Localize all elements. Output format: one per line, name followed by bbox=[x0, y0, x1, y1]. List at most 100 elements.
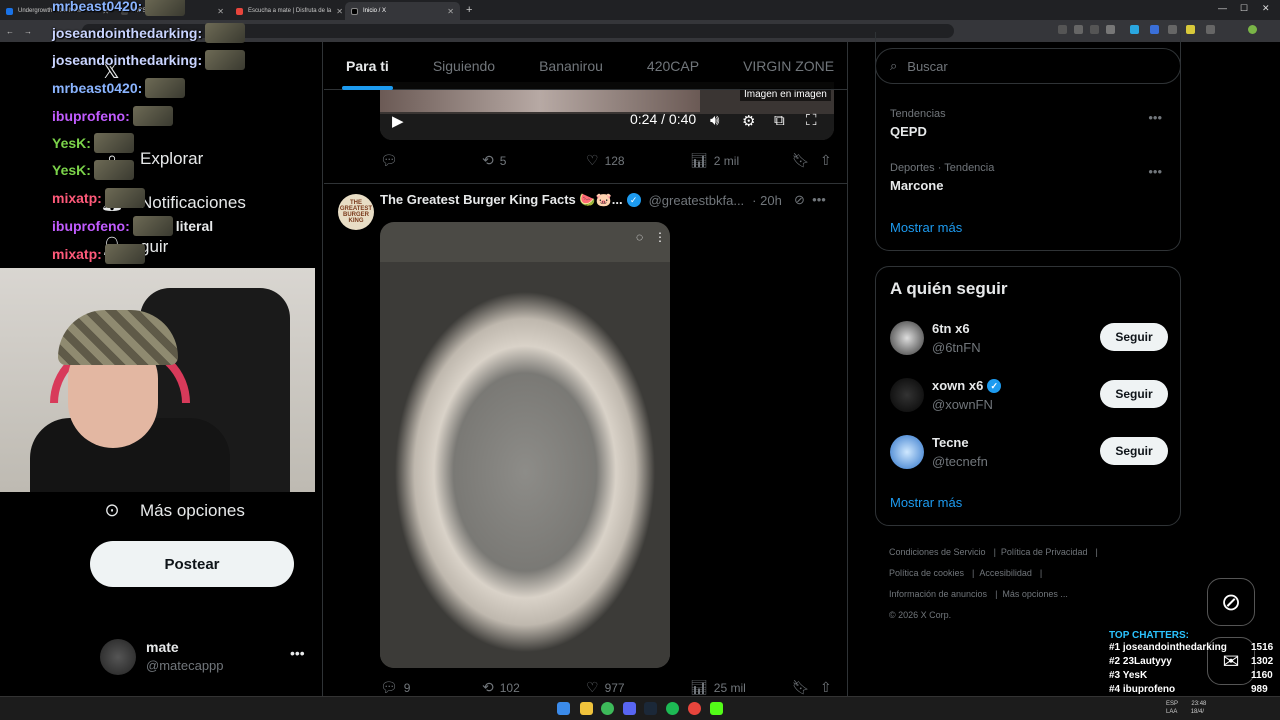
grok-button[interactable]: ⊘ bbox=[1207, 578, 1255, 626]
search-input[interactable]: ⌕ Buscar bbox=[875, 48, 1181, 84]
minimize-icon[interactable]: — bbox=[1218, 3, 1227, 13]
tweet-header: The Greatest Burger King Facts 🍉🐷... ✓ @… bbox=[380, 192, 782, 208]
follow-name: xown x6 ✓ bbox=[932, 378, 1002, 393]
system-tray[interactable]: ESP 23:48 LAA 18/4/ bbox=[1166, 700, 1206, 716]
file-explorer-icon[interactable] bbox=[580, 702, 593, 715]
post-button[interactable]: Postear bbox=[90, 541, 294, 587]
chrome-icon[interactable] bbox=[601, 702, 614, 715]
avatar bbox=[890, 435, 924, 469]
tweet-author-handle[interactable]: @greatestbkfa... bbox=[649, 193, 745, 208]
close-tab-icon[interactable]: ✕ bbox=[447, 7, 454, 16]
follow-button[interactable]: Seguir bbox=[1100, 380, 1168, 408]
chat-user: ibuprofeno: bbox=[52, 218, 130, 234]
close-tab-icon[interactable]: ✕ bbox=[336, 7, 343, 16]
maximize-icon[interactable]: ☐ bbox=[1240, 3, 1248, 14]
chat-user: joseandointhedarking: bbox=[52, 25, 203, 41]
follow-button[interactable]: Seguir bbox=[1100, 437, 1168, 465]
cookies-link[interactable]: Política de cookies bbox=[889, 568, 964, 578]
browser-tab-active[interactable]: Inicio / X ✕ bbox=[345, 2, 460, 20]
trend-item[interactable]: Tendencias QEPD ••• bbox=[890, 108, 1170, 139]
spotify-icon[interactable] bbox=[666, 702, 679, 715]
more-icon[interactable]: ••• bbox=[290, 645, 305, 661]
tweet-header-icons: ⊘ ••• bbox=[794, 192, 826, 208]
right-sidebar: Tendencias QEPD ••• Deportes · Tendencia… bbox=[849, 32, 1280, 696]
clock-date: 18/4/ bbox=[1190, 709, 1205, 715]
views-button[interactable]: 📊︎ 2 mil bbox=[690, 152, 739, 169]
follow-suggestion[interactable]: 6tn x6 @6tnFN Seguir bbox=[890, 321, 1170, 361]
chat-user: mrbeast0420: bbox=[52, 80, 143, 96]
close-window-icon[interactable]: ✕ bbox=[1262, 3, 1270, 14]
like-count: 977 bbox=[604, 680, 625, 695]
tab-virgin-zone[interactable]: VIRGIN ZONE bbox=[721, 42, 847, 90]
ads-info-link[interactable]: Información de anuncios bbox=[889, 589, 987, 599]
like-button[interactable]: ♡ 128 bbox=[586, 152, 625, 169]
bookmark-button[interactable]: 🔖︎ bbox=[792, 152, 810, 169]
tweet-video[interactable]: ◌ ⋮ bbox=[380, 222, 670, 668]
share-button[interactable]: ⇧ bbox=[820, 679, 832, 696]
extension-icon[interactable] bbox=[1186, 25, 1195, 34]
tweet[interactable]: THE GREATEST BURGER KING The Greatest Bu… bbox=[324, 183, 847, 695]
volume-icon[interactable]: 🔊︎ bbox=[710, 112, 719, 129]
more-icon[interactable]: ••• bbox=[1148, 110, 1162, 125]
copyright-text: © 2026 X Corp. bbox=[889, 610, 952, 620]
new-tab-button[interactable]: + bbox=[466, 4, 472, 16]
privacy-link[interactable]: Política de Privacidad bbox=[1001, 547, 1088, 557]
video-player[interactable]: Imagen en imagen ▶ 0:24 / 0:40 🔊︎ ⚙ ⧉ ⛶ bbox=[380, 82, 834, 140]
profile-avatar-icon[interactable] bbox=[1248, 25, 1257, 34]
fullscreen-icon[interactable]: ⛶ bbox=[806, 112, 817, 129]
emote-icon bbox=[93, 160, 134, 180]
chat-line: YesK: bbox=[52, 133, 134, 153]
pip-icon[interactable]: ⧉ bbox=[774, 112, 785, 129]
video-menu-icon[interactable]: ⋮ bbox=[654, 230, 666, 244]
avatar[interactable]: THE GREATEST BURGER KING bbox=[338, 194, 374, 230]
tab-siguiendo[interactable]: Siguiendo bbox=[411, 42, 517, 90]
discord-icon[interactable] bbox=[623, 702, 636, 715]
tab-para-ti[interactable]: Para ti bbox=[324, 42, 411, 90]
back-icon[interactable]: ← bbox=[6, 27, 14, 36]
forward-icon[interactable]: → bbox=[24, 27, 32, 36]
follow-suggestion[interactable]: xown x6 ✓ @xownFN Seguir bbox=[890, 378, 1170, 418]
tweet-actions: 💬︎ ⟲ 5 ♡ 128 📊︎ 2 mil 🔖︎ ⇧ bbox=[380, 152, 840, 172]
more-options-link[interactable]: Más opciones ... bbox=[1002, 589, 1068, 599]
chat-line: ibuprofeno: bbox=[52, 106, 173, 126]
grok-icon[interactable]: ⊘ bbox=[794, 192, 805, 207]
who-to-follow-title: A quién seguir bbox=[890, 279, 1008, 298]
tweet-timestamp[interactable]: · 20h bbox=[752, 193, 782, 208]
reply-button[interactable]: 💬︎ bbox=[380, 152, 404, 169]
settings-gear-icon[interactable]: ⚙ bbox=[742, 112, 755, 130]
tab-bananirou[interactable]: Bananirou bbox=[517, 42, 625, 90]
account-switcher[interactable]: mate @matecappp ••• bbox=[100, 639, 310, 679]
steam-icon[interactable] bbox=[644, 702, 657, 715]
more-circle-icon: ⊙ bbox=[104, 500, 120, 520]
terms-link[interactable]: Condiciones de Servicio bbox=[889, 547, 986, 557]
follow-show-more-link[interactable]: Mostrar más bbox=[890, 495, 962, 510]
trend-item[interactable]: Deportes · Tendencia Marcone ••• bbox=[890, 162, 1170, 193]
tab-420cap[interactable]: 420CAP bbox=[625, 42, 721, 90]
heart-icon: ♡ bbox=[586, 152, 599, 168]
more-icon[interactable]: ••• bbox=[1148, 164, 1162, 179]
retweet-button[interactable]: ⟲ 5 bbox=[482, 152, 506, 169]
windows-start-icon[interactable] bbox=[557, 702, 570, 715]
play-icon[interactable]: ▶ bbox=[392, 112, 404, 130]
follow-suggestion[interactable]: Tecne @tecnefn Seguir bbox=[890, 435, 1170, 475]
tweet-author-name[interactable]: The Greatest Burger King Facts 🍉🐷... bbox=[380, 192, 623, 208]
bookmark-button[interactable]: 🔖︎ bbox=[792, 679, 810, 696]
share-button[interactable]: ⇧ bbox=[820, 152, 832, 169]
search-icon: ⌕ bbox=[890, 58, 898, 73]
kick-icon[interactable] bbox=[710, 702, 723, 715]
chatter-name: ibuprofeno bbox=[1122, 684, 1176, 695]
app-icon[interactable] bbox=[688, 702, 701, 715]
like-button[interactable]: ♡ 977 bbox=[586, 679, 625, 696]
more-icon[interactable]: ••• bbox=[812, 192, 826, 207]
views-chart-icon: 📊︎ bbox=[690, 152, 708, 168]
nav-more-options[interactable]: ⊙ Más opciones bbox=[100, 500, 244, 521]
retweet-button[interactable]: ⟲ 102 bbox=[482, 679, 520, 696]
verified-badge-icon: ✓ bbox=[626, 193, 641, 207]
views-button[interactable]: 📊︎ 25 mil bbox=[690, 679, 746, 696]
taskbar: ESP 23:48 LAA 18/4/ bbox=[0, 696, 1280, 720]
follow-button[interactable]: Seguir bbox=[1100, 323, 1168, 351]
trends-show-more-link[interactable]: Mostrar más bbox=[890, 220, 962, 235]
reply-button[interactable]: 💬︎ 9 bbox=[380, 679, 410, 696]
accessibility-link[interactable]: Accesibilidad bbox=[979, 568, 1032, 578]
extensions-puzzle-icon[interactable] bbox=[1206, 25, 1215, 34]
